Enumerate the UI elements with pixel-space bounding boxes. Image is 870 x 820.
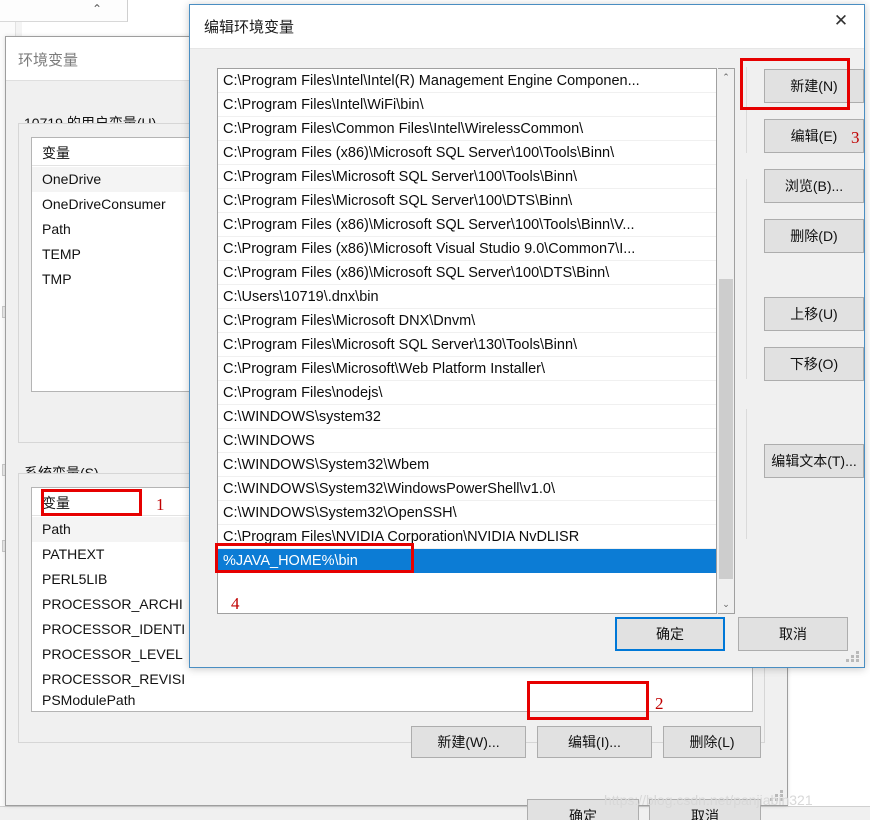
list-item[interactable]: C:\WINDOWS\System32\WindowsPowerShell\v1…	[218, 477, 716, 501]
list-item[interactable]: C:\Program Files (x86)\Microsoft Visual …	[218, 237, 716, 261]
annotation-number-1: 1	[156, 495, 165, 514]
path-entries-list[interactable]: C:\Program Files\Intel\Intel(R) Manageme…	[217, 68, 717, 614]
divider	[746, 409, 747, 539]
list-item[interactable]: C:\Program Files\Intel\Intel(R) Manageme…	[218, 69, 716, 93]
list-item[interactable]: C:\Program Files\Microsoft DNX\Dnvm\	[218, 309, 716, 333]
list-item[interactable]: C:\WINDOWS	[218, 429, 716, 453]
list-item[interactable]: C:\WINDOWS\system32	[218, 405, 716, 429]
list-item[interactable]: C:\Program Files (x86)\Microsoft SQL Ser…	[218, 213, 716, 237]
chevron-up-icon[interactable]: ⌃	[88, 1, 106, 17]
list-item[interactable]: PSModulePath	[32, 688, 752, 711]
dialog-move-up-button[interactable]: 上移(U)	[764, 297, 864, 331]
dialog-edit-button[interactable]: 编辑(E)	[764, 119, 864, 153]
far-window-titlebar: ⌃	[0, 0, 128, 22]
user-variables-header-label: 变量	[42, 145, 70, 161]
list-item[interactable]: C:\Program Files (x86)\Microsoft SQL Ser…	[218, 141, 716, 165]
system-edit-button[interactable]: 编辑(I)...	[537, 726, 652, 758]
list-item[interactable]: C:\WINDOWS\System32\Wbem	[218, 453, 716, 477]
list-item[interactable]: C:\Program Files\NVIDIA Corporation\NVID…	[218, 525, 716, 549]
list-item[interactable]: C:\Program Files\Microsoft SQL Server\13…	[218, 333, 716, 357]
annotation-number-3: 3	[851, 128, 860, 147]
path-list-scrollbar[interactable]: ⌃ ⌄	[718, 68, 735, 614]
list-item[interactable]: C:\Program Files\Microsoft SQL Server\10…	[218, 165, 716, 189]
dialog-move-down-button[interactable]: 下移(O)	[764, 347, 864, 381]
watermark: https://blog.csdn.net/panjiabin321	[604, 792, 813, 808]
dialog-delete-button[interactable]: 删除(D)	[764, 219, 864, 253]
dialog-new-button[interactable]: 新建(N)	[764, 69, 864, 103]
dialog-titlebar: 编辑环境变量 ✕	[190, 5, 864, 49]
list-item[interactable]: C:\Program Files (x86)\Microsoft SQL Ser…	[218, 261, 716, 285]
list-item[interactable]: C:\Program Files\Microsoft\Web Platform …	[218, 357, 716, 381]
scroll-up-icon[interactable]: ⌃	[718, 69, 734, 86]
close-icon[interactable]: ✕	[818, 5, 864, 37]
edit-environment-variable-dialog: 编辑环境变量 ✕ C:\Program Files\Intel\Intel(R)…	[189, 4, 865, 668]
dialog-browse-button[interactable]: 浏览(B)...	[764, 169, 864, 203]
dialog-ok-button[interactable]: 确定	[615, 617, 725, 651]
system-variables-header-label: 变量	[42, 495, 70, 511]
screen-root: ⌃ 环境变量 10719 的用户变量(U) 变量 OneDrive OneDri…	[0, 0, 870, 820]
list-item[interactable]: C:\Program Files\Common Files\Intel\Wire…	[218, 117, 716, 141]
list-item[interactable]: C:\Program Files\Intel\WiFi\bin\	[218, 93, 716, 117]
dialog-resize-grip[interactable]	[846, 651, 860, 663]
list-item[interactable]: C:\WINDOWS\System32\OpenSSH\	[218, 501, 716, 525]
divider	[746, 179, 747, 379]
system-new-button[interactable]: 新建(W)...	[411, 726, 526, 758]
annotation-number-2: 2	[655, 694, 664, 713]
dialog-title: 编辑环境变量	[204, 19, 295, 36]
dialog-edit-text-button[interactable]: 编辑文本(T)...	[764, 444, 864, 478]
divider	[746, 67, 747, 153]
selected-path-row[interactable]: %JAVA_HOME%\bin	[218, 549, 716, 573]
env-window-title: 环境变量	[18, 52, 79, 69]
list-item[interactable]: C:\Program Files\Microsoft SQL Server\10…	[218, 189, 716, 213]
list-item[interactable]: C:\Users\10719\.dnx\bin	[218, 285, 716, 309]
dialog-body: C:\Program Files\Intel\Intel(R) Manageme…	[190, 49, 864, 667]
list-item[interactable]: C:\Program Files\nodejs\	[218, 381, 716, 405]
dialog-cancel-button[interactable]: 取消	[738, 617, 848, 651]
annotation-number-4: 4	[231, 594, 240, 613]
scrollbar-thumb[interactable]	[719, 279, 733, 579]
system-delete-button[interactable]: 删除(L)	[663, 726, 761, 758]
scroll-down-icon[interactable]: ⌄	[718, 596, 734, 613]
